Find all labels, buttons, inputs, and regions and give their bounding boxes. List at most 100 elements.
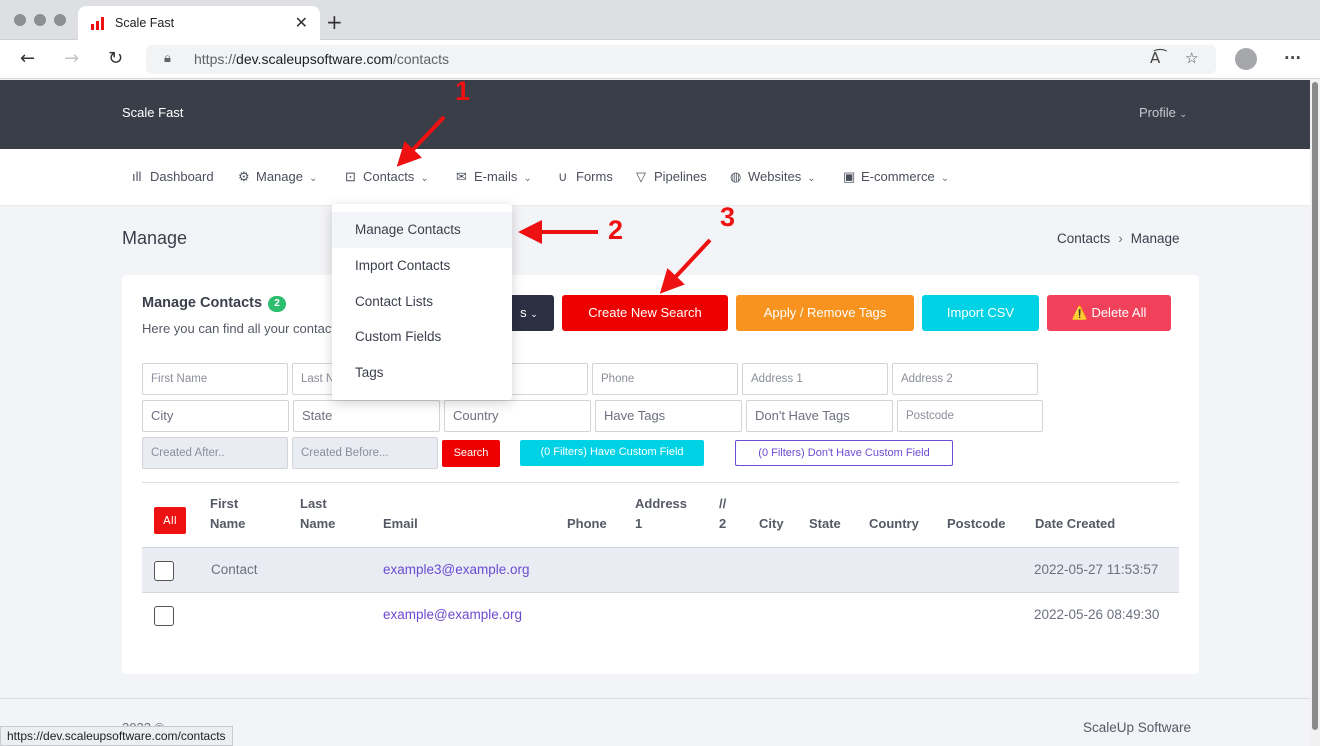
new-tab-icon[interactable]: + [326,10,343,34]
app-header: Scale Fast Profile ⌄ [0,80,1310,149]
address1-input[interactable]: Address 1 [742,363,888,395]
scrollbar-thumb[interactable] [1312,82,1318,730]
globe-icon: ◍ [730,169,742,184]
annotation-number-2: 2 [608,215,624,245]
column-postcode[interactable]: Postcode [947,514,1006,534]
browser-tab[interactable]: Scale Fast ✕ [78,6,320,40]
dont-have-custom-field-button[interactable]: (0 Filters) Don't Have Custom Field [735,440,953,466]
search-button[interactable]: Search [442,440,500,467]
dropdown-manage-contacts[interactable]: Manage Contacts [332,212,512,248]
column-email[interactable]: Email [383,514,418,534]
country-select[interactable]: Country [444,400,591,432]
mail-box-icon: ▣ [843,169,856,184]
chevron-down-icon: ⌄ [420,173,429,184]
menu-dashboard[interactable]: ıll Dashboard [132,169,214,184]
favorite-star-icon[interactable]: ☆ [1185,49,1198,67]
close-window-button[interactable] [14,14,26,26]
card-title: Manage Contacts 2 [142,295,287,312]
row-checkbox[interactable] [154,561,174,581]
contact-count-badge: 2 [268,296,287,312]
column-address2[interactable]: //2 [719,494,726,534]
dropdown-contact-lists[interactable]: Contact Lists [332,284,512,320]
chevron-down-icon: ⌄ [530,309,538,319]
web-page: Scale Fast Profile ⌄ ıll Dashboard ⚙ Manag… [0,80,1310,746]
menu-emails[interactable]: ✉ E-mails ⌄ [456,169,532,185]
menu-pipelines[interactable]: ▽ Pipelines [636,169,707,185]
footer-divider [0,698,1310,699]
bar-chart-icon: ıll [132,169,142,184]
row-checkbox[interactable] [154,606,174,626]
footer-company: ScaleUp Software [1083,720,1192,735]
select-all-button[interactable]: All [154,507,186,534]
created-after-input[interactable]: Created After.. [142,437,288,469]
chevron-down-icon: ⌄ [308,173,318,184]
status-bar-url: https://dev.scaleupsoftware.com/contacts [0,726,233,746]
column-date-created[interactable]: Date Created [1035,514,1115,534]
tab-title: Scale Fast [115,16,175,30]
column-country[interactable]: Country [869,514,919,534]
create-new-search-button[interactable]: Create New Search [562,295,728,331]
cell-email[interactable]: example@example.org [383,607,522,622]
magnet-icon: ∪ [558,169,568,184]
main-menu: ıll Dashboard ⚙ Manage ⌄ ⊡ Contacts ⌄ ✉ E-mail… [0,149,1310,205]
divider [142,482,1179,483]
manage-contacts-card: Manage Contacts 2 Here you can find all y… [122,275,1199,674]
profile-menu[interactable]: Profile ⌄ [1139,105,1187,120]
brand-name[interactable]: Scale Fast [122,105,183,120]
dont-have-tags-select[interactable]: Don't Have Tags [746,400,893,432]
state-input[interactable]: State [293,400,440,432]
url-text: https://dev.scaleupsoftware.com/contacts [194,51,449,67]
have-tags-select[interactable]: Have Tags [595,400,742,432]
city-input[interactable]: City [142,400,289,432]
read-aloud-icon[interactable]: A͡ [1150,49,1160,67]
zoom-window-button[interactable] [54,14,66,26]
column-first-name[interactable]: First Name [210,494,245,534]
browser-profile-avatar[interactable] [1235,48,1257,70]
contacts-dropdown-menu: Manage Contacts Import Contacts Contact … [332,204,512,400]
page-title: Manage [122,228,188,248]
column-address1[interactable]: Address 1 [635,494,687,534]
breadcrumb-contacts[interactable]: Contacts [1057,231,1110,246]
chevron-down-icon: ⌄ [1179,109,1188,119]
menu-manage[interactable]: ⚙ Manage ⌄ [238,169,317,185]
table-row[interactable]: example@example.org 2022-05-26 08:49:30 [142,593,1179,639]
delete-all-button[interactable]: ⚠️ Delete All [1047,295,1171,331]
column-last-name[interactable]: Last Name [300,494,335,534]
menu-forms[interactable]: ∪ Forms [558,169,613,185]
url-field[interactable]: 🔒︎ https://dev.scaleupsoftware.com/conta… [146,45,1216,74]
table-row[interactable]: Contact example3@example.org 2022-05-27 … [142,547,1179,593]
tab-close-icon[interactable]: ✕ [295,13,308,32]
chevron-down-icon: ⌄ [523,173,532,184]
menu-ecommerce[interactable]: ▣ E-commerce ⌄ [843,169,949,185]
import-csv-button[interactable]: Import CSV [922,295,1039,331]
first-name-input[interactable]: First Name [142,363,288,395]
chevron-down-icon: ⌄ [940,173,950,184]
reload-icon[interactable]: ↻ [108,48,123,69]
back-arrow-icon[interactable]: ← [20,48,35,69]
column-city[interactable]: City [759,514,784,534]
phone-input[interactable]: Phone [592,363,738,395]
funnel-icon: ▽ [636,169,646,184]
postcode-input[interactable]: Postcode [897,400,1043,432]
column-phone[interactable]: Phone [567,514,607,534]
column-state[interactable]: State [809,514,841,534]
annotation-number-1: 1 [455,76,471,106]
address-bar: ← → ↻ 🔒︎ https://dev.scaleupsoftware.com… [0,40,1320,79]
address2-input[interactable]: Address 2 [892,363,1038,395]
menu-websites[interactable]: ◍ Websites ⌄ [730,169,816,185]
apply-remove-tags-button[interactable]: Apply / Remove Tags [736,295,914,331]
have-custom-field-button[interactable]: (0 Filters) Have Custom Field [520,440,704,466]
more-options-icon[interactable]: ··· [1284,49,1301,67]
menu-contacts[interactable]: ⊡ Contacts ⌄ [345,169,429,185]
dropdown-tags[interactable]: Tags [332,355,512,391]
created-before-input[interactable]: Created Before... [292,437,438,469]
forward-arrow-icon[interactable]: → [64,48,79,69]
breadcrumb-separator-icon: › [1118,231,1123,246]
cell-email[interactable]: example3@example.org [383,562,530,577]
chevron-down-icon: ⌄ [807,173,816,184]
dropdown-import-contacts[interactable]: Import Contacts [332,248,512,284]
minimize-window-button[interactable] [34,14,46,26]
cell-date-created: 2022-05-27 11:53:57 [1034,562,1159,577]
dropdown-custom-fields[interactable]: Custom Fields [332,319,512,355]
page-scrollbar[interactable] [1310,80,1320,746]
